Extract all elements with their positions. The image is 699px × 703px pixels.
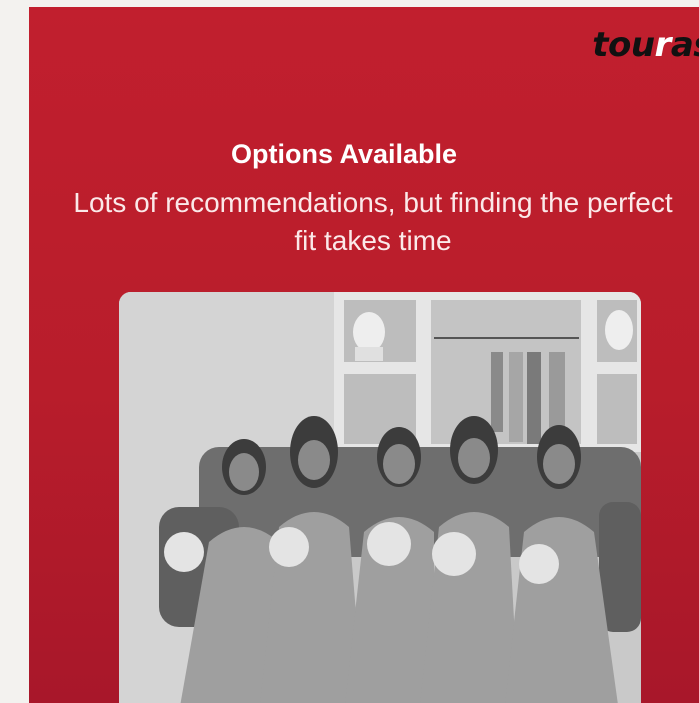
group-photo-illustration (119, 292, 641, 703)
brand-name-suffix: as (670, 25, 699, 65)
card-title: Options Available (230, 139, 458, 169)
brand-logo[interactable]: touras (592, 25, 699, 65)
promo-card: touras Options Available Lots of recomme… (29, 7, 699, 703)
brand-name-part: tou (592, 25, 655, 65)
card-subtitle: Lots of recommendations, but finding the… (73, 187, 673, 256)
group-photo (119, 292, 641, 703)
brand-accent-letter: r (654, 25, 672, 65)
